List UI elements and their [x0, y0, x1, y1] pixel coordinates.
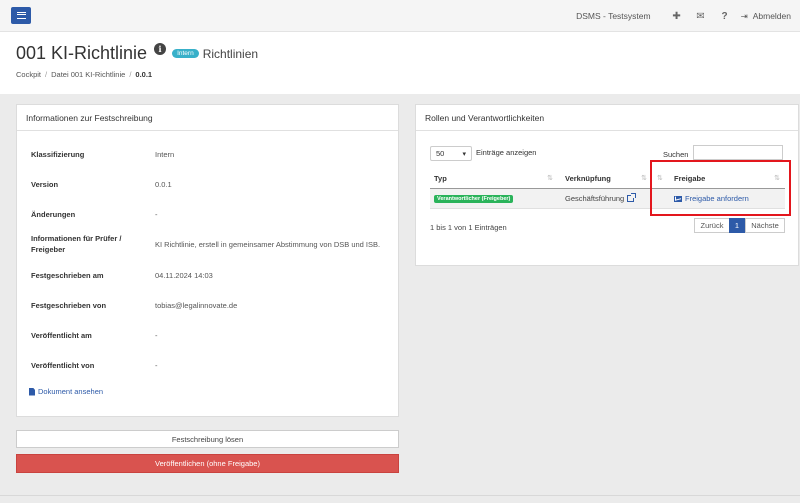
page-length-value: 50 — [436, 149, 445, 158]
pagination-page-1[interactable]: 1 — [729, 218, 745, 233]
info-label: Veröffentlicht von — [31, 361, 95, 370]
info-icon[interactable]: i — [154, 42, 167, 55]
info-panel-title: Informationen zur Festschreibung — [17, 105, 398, 131]
help-icon[interactable]: ? — [713, 0, 737, 32]
info-row: Veröffentlicht am - — [31, 330, 388, 341]
sort-icon: ⇅ — [547, 175, 553, 182]
column-label: Verknüpfung — [565, 174, 611, 183]
info-panel: Informationen zur Festschreibung Klassif… — [16, 104, 399, 417]
column-header-link[interactable]: Verknüpfung ⇅ — [558, 169, 652, 189]
hamburger-icon — [16, 12, 26, 19]
sign-out-icon: ⇥ — [740, 10, 748, 21]
category-label: Richtlinien — [202, 46, 259, 61]
logout-label: Abmelden — [752, 11, 791, 21]
top-navbar: DSMS - Testsystem ✚ ✉ ? ⇥ Abmelden — [0, 0, 800, 32]
search-input[interactable] — [693, 145, 783, 160]
info-label: Festgeschrieben von — [31, 301, 107, 310]
column-label: Typ — [434, 174, 447, 183]
sort-icon: ⇅ — [641, 175, 647, 182]
footer-divider — [0, 495, 800, 496]
system-name: DSMS - Testsystem — [576, 11, 651, 21]
info-value: 04.11.2024 14:03 — [155, 271, 213, 280]
page-title: 001 KI-Richtlinie — [16, 43, 148, 63]
info-label: Festgeschrieben am — [31, 271, 104, 280]
top-nav: DSMS - Testsystem ✚ ✉ ? ⇥ Abmelden — [576, 0, 800, 32]
info-value: Intern — [155, 150, 175, 159]
link-label: Geschäftsführung — [565, 194, 625, 203]
breadcrumb-item-version: 0.0.1 — [135, 70, 153, 79]
page-length-select[interactable]: 50 ▾ — [430, 146, 472, 161]
column-header-type[interactable]: Typ ⇅ — [430, 169, 558, 189]
info-row: Version 0.0.1 — [31, 179, 388, 190]
plus-icon[interactable]: ✚ — [665, 0, 689, 32]
info-row: Festgeschrieben am 04.11.2024 14:03 — [31, 270, 388, 281]
pagination-next-button[interactable]: Nächste — [745, 218, 785, 233]
chevron-down-icon: ▾ — [462, 151, 466, 158]
table-cell-link[interactable]: Geschäftsführung — [558, 189, 652, 209]
info-value: - — [155, 331, 158, 340]
envelope-icon[interactable]: ✉ — [689, 0, 713, 32]
classification-badge: Intern — [172, 49, 199, 58]
search-label: Suchen — [663, 150, 689, 159]
logout-button[interactable]: ⇥ Abmelden — [741, 11, 791, 22]
info-row: Veröffentlicht von - — [31, 360, 388, 371]
breadcrumb-item-cockpit[interactable]: Cockpit — [16, 70, 41, 79]
breadcrumb-item-file[interactable]: Datei 001 KI-Richtlinie — [51, 70, 125, 79]
view-document-label: Dokument ansehen — [38, 387, 104, 396]
publish-button[interactable]: Veröffentlichen (ohne Freigabe) — [16, 454, 399, 473]
menu-toggle-button[interactable] — [11, 7, 31, 24]
info-row: Festgeschrieben von tobias@legalinnovate… — [31, 300, 388, 311]
info-label: Klassifizierung — [31, 150, 85, 159]
release-lock-button[interactable]: Festschreibung lösen — [16, 430, 399, 448]
info-label: Version — [31, 180, 59, 189]
external-link-icon — [627, 193, 637, 202]
info-label: Informationen für Prüfer / Freigeber — [31, 234, 122, 254]
info-row: Informationen für Prüfer / Freigeber KI … — [31, 233, 388, 255]
file-icon — [29, 387, 35, 396]
info-value: KI Richtlinie, erstell in gemeinsamer Ab… — [155, 239, 381, 249]
page-header: 001 KI-Richtlinie i Intern Richtlinien C… — [0, 32, 800, 94]
roles-panel-title: Rollen und Verantwortlichkeiten — [416, 105, 798, 131]
info-value: - — [155, 361, 158, 370]
info-label: Veröffentlicht am — [31, 331, 92, 340]
pagination-prev-button[interactable]: Zurück — [694, 218, 730, 233]
info-value: 0.0.1 — [155, 180, 172, 189]
info-value: tobias@legalinnovate.de — [155, 301, 238, 310]
table-cell-type: Verantwortlicher (Freigeber) — [430, 189, 558, 209]
info-label: Änderungen — [31, 210, 76, 219]
role-badge: Verantwortlicher (Freigeber) — [434, 194, 514, 203]
highlight-annotation-box — [650, 160, 791, 216]
page-length-label: Einträge anzeigen — [476, 148, 537, 157]
table-info: 1 bis 1 von 1 Einträgen — [430, 223, 507, 232]
info-row: Änderungen - — [31, 209, 388, 220]
info-value: - — [155, 210, 158, 219]
view-document-link[interactable]: Dokument ansehen — [29, 387, 103, 396]
breadcrumb: Cockpit / Datei 001 KI-Richtlinie / 0.0.… — [16, 70, 153, 79]
info-row: Klassifizierung Intern — [31, 149, 388, 160]
